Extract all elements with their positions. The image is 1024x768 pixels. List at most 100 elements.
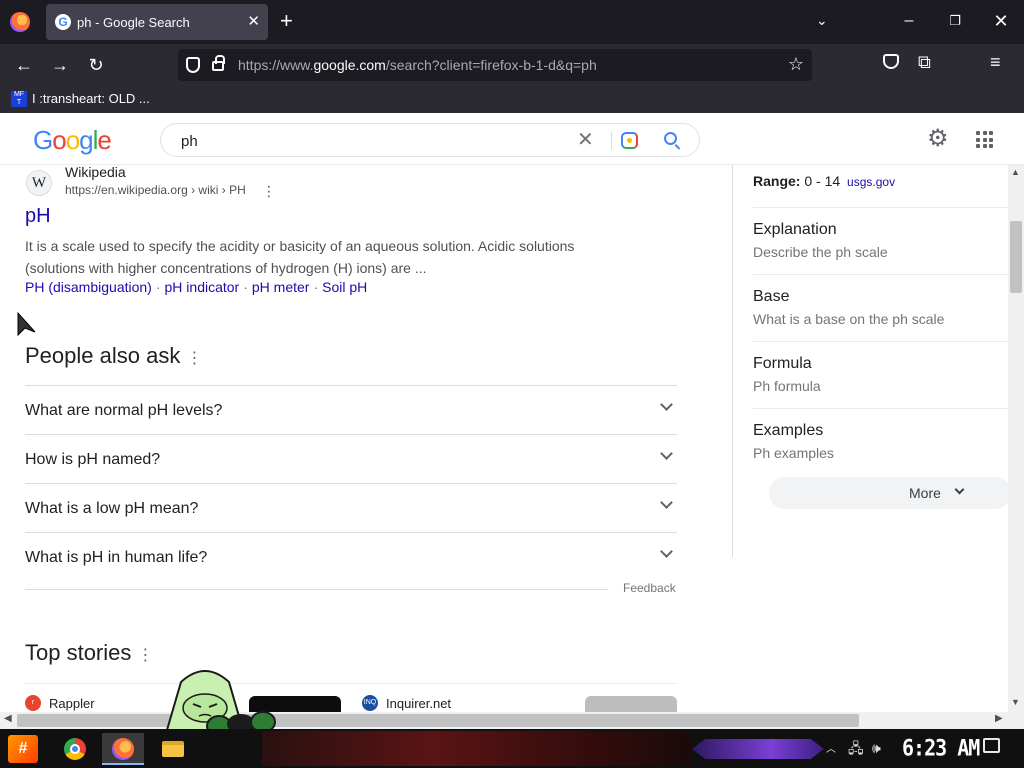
range-fact: Range: 0 - 14 usgs.gov xyxy=(753,173,896,189)
firefox-icon[interactable] xyxy=(10,12,30,32)
chrome-taskbar-icon[interactable] xyxy=(54,733,96,765)
result-snippet: It is a scale used to specify the acidit… xyxy=(25,238,575,276)
result-url[interactable]: https://en.wikipedia.org › wiki › PH xyxy=(65,183,246,197)
search-icon[interactable] xyxy=(664,132,677,145)
extensions-icon[interactable]: ⧉ xyxy=(918,52,931,73)
people-also-ask-list: What are normal pH levels? How is pH nam… xyxy=(25,385,677,581)
sitelinks: PH (disambiguation) · pH indicator · pH mete… xyxy=(25,279,368,295)
logo-letter: o xyxy=(65,125,81,155)
chevron-down-icon xyxy=(660,398,673,411)
paa-question[interactable]: What is pH in human life? xyxy=(25,532,677,581)
bookmark-star-icon[interactable]: ☆ xyxy=(788,54,804,75)
rappler-icon: r xyxy=(25,695,41,711)
range-source-link[interactable]: usgs.gov xyxy=(847,175,895,189)
sitelink[interactable]: Soil pH xyxy=(322,279,367,295)
chevron-down-icon xyxy=(954,484,965,495)
clear-search-icon[interactable]: ✕ xyxy=(577,129,594,151)
result-title-link[interactable]: pH xyxy=(25,205,51,228)
more-options-icon[interactable]: ⋮ xyxy=(138,647,154,664)
story-source[interactable]: Rappler xyxy=(49,696,95,711)
notification-icon[interactable] xyxy=(983,738,1000,753)
logo-letter: g xyxy=(79,125,94,155)
scroll-down-icon[interactable]: ▼ xyxy=(1011,697,1020,707)
wikipedia-icon[interactable]: W xyxy=(26,170,52,196)
horizontal-scrollbar[interactable]: ◀ ▶ xyxy=(0,712,1008,729)
start-button[interactable]: # xyxy=(8,735,38,763)
restore-icon[interactable]: ❐ xyxy=(944,10,966,32)
google-header: Google ✕ xyxy=(0,113,1024,165)
shield-icon[interactable] xyxy=(186,57,200,73)
search-input[interactable] xyxy=(181,131,561,151)
related-topic[interactable]: Explanation Describe the ph scale xyxy=(753,207,1008,274)
sitelink[interactable]: PH (disambiguation) xyxy=(25,279,152,295)
clock[interactable]: 6:23 AM xyxy=(902,735,980,761)
screen: G ph - Google Search ✕ + ⌄ – ❐ ✕ ← → ↻ h… xyxy=(0,0,1024,768)
close-tab-icon[interactable]: ✕ xyxy=(247,12,260,32)
search-divider xyxy=(611,132,612,150)
top-stories-divider xyxy=(25,683,677,684)
chevron-down-icon xyxy=(660,496,673,509)
hamburger-menu-icon[interactable]: ≡ xyxy=(990,52,1001,73)
new-tab-icon[interactable]: + xyxy=(280,9,293,33)
url-text[interactable]: https://www.google.com/search?client=fir… xyxy=(238,57,597,73)
google-favicon-icon: G xyxy=(55,14,71,30)
tab-title: ph - Google Search xyxy=(77,15,190,30)
chevron-down-icon[interactable]: ⌄ xyxy=(816,12,828,29)
reload-icon[interactable]: ↻ xyxy=(85,54,107,76)
firefox-taskbar-icon[interactable] xyxy=(102,733,144,765)
volume-icon[interactable]: 🕪 xyxy=(872,739,881,757)
chevron-down-icon xyxy=(660,447,673,460)
forward-icon[interactable]: → xyxy=(49,54,71,76)
scroll-left-icon[interactable]: ◀ xyxy=(4,713,12,724)
scroll-thumb[interactable] xyxy=(1010,221,1022,293)
back-icon[interactable]: ← xyxy=(13,54,35,76)
more-button[interactable]: More xyxy=(769,477,1008,509)
sitelink[interactable]: pH indicator xyxy=(165,279,240,295)
paa-question[interactable]: What is a low pH mean? xyxy=(25,483,677,532)
search-box[interactable]: ✕ xyxy=(160,123,700,157)
close-window-icon[interactable]: ✕ xyxy=(990,10,1012,32)
more-options-icon[interactable]: ⋮ xyxy=(262,184,276,198)
search-results: W Wikipedia https://en.wikipedia.org › w… xyxy=(0,165,1008,712)
story-thumbnail[interactable] xyxy=(585,696,677,712)
nav-bar: ← → ↻ https://www.google.com/search?clie… xyxy=(0,44,1024,86)
more-options-icon[interactable]: ⋮ xyxy=(186,350,202,367)
vertical-scrollbar[interactable]: ▲ ▼ xyxy=(1008,165,1024,712)
bookmark-item[interactable]: I :transheart: OLD ... xyxy=(32,91,150,106)
scrollbar-corner xyxy=(1008,712,1024,729)
related-topic[interactable]: Formula Ph formula xyxy=(753,341,1008,408)
lock-icon[interactable] xyxy=(212,55,225,71)
related-topic[interactable]: Base What is a base on the ph scale xyxy=(753,274,1008,341)
panel-divider xyxy=(732,165,733,557)
tab-bar: G ph - Google Search ✕ + ⌄ – ❐ ✕ xyxy=(0,0,1024,44)
scroll-right-icon[interactable]: ▶ xyxy=(995,713,1003,724)
bookmarks-bar: MF T I :transheart: OLD ... xyxy=(0,86,1024,113)
scroll-up-icon[interactable]: ▲ xyxy=(1011,167,1020,177)
apps-grid-icon[interactable] xyxy=(976,131,993,148)
google-lens-icon[interactable] xyxy=(621,132,638,149)
paa-question[interactable]: How is pH named? xyxy=(25,434,677,483)
scroll-thumb[interactable] xyxy=(17,714,859,727)
sitelink[interactable]: pH meter xyxy=(252,279,310,295)
browser-tab[interactable]: G ph - Google Search ✕ xyxy=(46,4,268,40)
chevron-down-icon xyxy=(660,545,673,558)
result-site-name[interactable]: Wikipedia xyxy=(65,165,126,180)
mouse-cursor-icon xyxy=(17,311,36,337)
logo-letter: e xyxy=(97,125,112,155)
mascot-character-icon xyxy=(165,670,276,730)
feedback-link[interactable]: Feedback xyxy=(623,581,676,595)
network-icon[interactable]: 🖧 xyxy=(848,739,864,757)
inquirer-icon: INQ xyxy=(362,695,378,711)
related-topic[interactable]: Examples Ph examples xyxy=(753,408,1008,475)
minimize-icon[interactable]: – xyxy=(898,10,920,32)
paa-question[interactable]: What are normal pH levels? xyxy=(25,385,677,434)
tray-chevron-up-icon[interactable]: ︿ xyxy=(826,741,836,759)
google-logo[interactable]: Google xyxy=(33,125,112,156)
address-bar[interactable]: https://www.google.com/search?client=fir… xyxy=(178,49,812,81)
story-source[interactable]: Inquirer.net xyxy=(386,696,451,711)
file-explorer-icon[interactable] xyxy=(152,733,194,765)
feedback-divider xyxy=(25,589,608,590)
logo-letter: o xyxy=(52,125,67,155)
taskbar: # ︿ 🖧 🕪 6:23 AM xyxy=(0,729,1024,768)
settings-gear-icon[interactable]: ⚙ xyxy=(927,127,949,151)
